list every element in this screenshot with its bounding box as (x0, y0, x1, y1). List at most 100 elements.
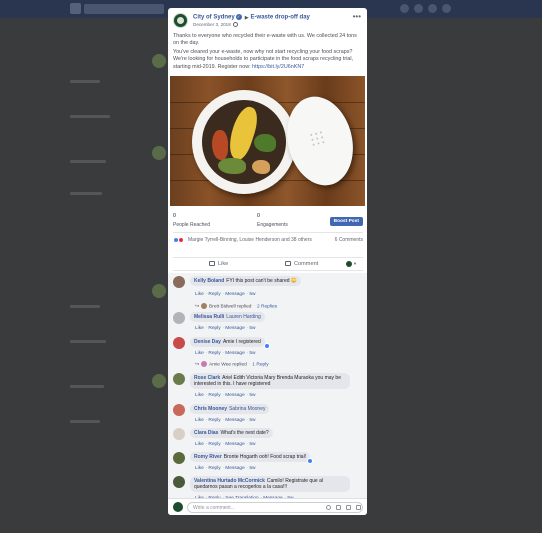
bin-lid (278, 89, 362, 193)
more-options-icon[interactable]: ••• (353, 12, 361, 21)
comment-item: Rose Clark Ariel Edith Victoria Mary Bren… (173, 373, 361, 401)
comment-bubble: Romy River Bronte Hogarth ooh! Food scrap… (190, 452, 311, 463)
reply-count[interactable]: 2 Replies (257, 304, 277, 309)
comment-message-link[interactable]: Message (225, 326, 244, 331)
emoji-icon[interactable] (326, 505, 331, 510)
comment-input[interactable]: Write a comment... (187, 502, 363, 513)
comment-like-link[interactable]: Like (195, 393, 204, 398)
chevron-down-icon: ▼ (353, 261, 357, 267)
commenter-name[interactable]: Denise Day (194, 339, 221, 345)
boost-post-button[interactable]: Boost Post (329, 217, 363, 226)
page-avatar-small (346, 261, 353, 267)
reply-count[interactable]: 1 Reply (252, 362, 268, 367)
commenter-avatar[interactable] (173, 476, 185, 488)
comment-text: Amie I registered (222, 339, 261, 345)
commenter-avatar[interactable] (173, 312, 185, 324)
replier-avatar (201, 303, 208, 309)
comment-like-link[interactable]: Like (195, 418, 204, 423)
triangle-right-icon: ▶ (244, 14, 249, 21)
page-avatar[interactable] (173, 13, 188, 28)
comment-reply-link[interactable]: Reply (208, 351, 220, 356)
comment-reply-link[interactable]: Reply (208, 326, 220, 331)
globe-icon (232, 22, 238, 28)
gif-icon[interactable] (346, 505, 351, 510)
comment-like-link[interactable]: Like (195, 351, 204, 356)
commenter-name[interactable]: Chris Mooney (194, 406, 227, 412)
comment-message-link[interactable]: Message (225, 442, 244, 447)
commenter-avatar[interactable] (173, 373, 185, 385)
comment-input-placeholder: Write a comment... (193, 505, 235, 511)
comment-button-label: Comment (294, 261, 319, 267)
love-reaction-icon (178, 237, 184, 243)
people-reached-stat[interactable]: 0 People Reached (173, 213, 210, 228)
comment-reply-link[interactable]: Reply (208, 393, 220, 398)
like-icon (209, 261, 215, 267)
commenter-avatar[interactable] (173, 428, 185, 440)
background-text (70, 340, 106, 343)
comment-item: Kelly Boland FYI this post can't be share… (173, 276, 361, 310)
camera-icon[interactable] (336, 505, 341, 510)
commenter-name[interactable]: Rose Clark (194, 375, 220, 381)
replies-summary[interactable]: ↪ Amie Wee replied · 1 Reply (195, 361, 269, 367)
commenter-avatar[interactable] (173, 404, 185, 416)
like-reaction-icon (307, 458, 313, 464)
background-search-bar (84, 4, 164, 14)
comment-like-link[interactable]: Like (195, 292, 204, 297)
comment-item: Valentina Hurtado McCormick Camilo! Regis… (173, 476, 361, 501)
replies-summary[interactable]: ↪ Brett Bidwell replied · 2 Replies (195, 303, 277, 309)
commenter-name[interactable]: Melissa Rulli (194, 314, 224, 320)
comment-actions: Like ·Reply ·Message ·5w (195, 351, 256, 356)
post-date: December 3, 2018 (193, 22, 238, 28)
commenter-name[interactable]: Romy River (194, 454, 222, 460)
background-avatar (152, 54, 166, 68)
comment-message-link[interactable]: Message (225, 418, 244, 423)
background-avatar (152, 146, 166, 160)
comment-text[interactable]: Lauren Harding (226, 314, 260, 320)
comment-actions: Like ·Reply ·Message ·5w (195, 442, 256, 447)
comment-like-link[interactable]: Like (195, 326, 204, 331)
reply-arrow-icon: ↪ (195, 362, 200, 368)
commenter-avatar[interactable] (173, 337, 185, 349)
commenter-name[interactable]: Valentina Hurtado McCormick (194, 478, 265, 484)
post-date-link[interactable]: December 3, 2018 (193, 22, 231, 27)
post-insights: 0 People Reached 0 Engagements Boost Pos… (173, 213, 363, 233)
post-photo[interactable] (170, 76, 365, 206)
comment-count[interactable]: 6 Comments (335, 237, 363, 243)
registration-link[interactable]: https://bit.ly/2U6nKN7 (252, 64, 304, 70)
comment-message-link[interactable]: Message (225, 466, 244, 471)
post-modal: City of Sydney ✓ ▶ E-waste drop-off day Dec… (168, 8, 367, 515)
comment-like-link[interactable]: Like (195, 466, 204, 471)
engagements-stat[interactable]: 0 Engagements (257, 213, 288, 228)
background-avatar (152, 284, 166, 298)
comment-item: Denise Day Amie I registered Like ·Reply ·M… (173, 337, 361, 371)
comment-as-selector[interactable]: ▼ (346, 261, 357, 267)
comments-list: Kelly Boland FYI this post can't be share… (168, 273, 367, 501)
comment-text[interactable]: Sabrina Mooney (229, 406, 265, 412)
page-name-link[interactable]: City of Sydney (193, 15, 235, 21)
event-name-link[interactable]: E-waste drop-off day (251, 15, 310, 21)
background-nav-icon (428, 4, 437, 13)
comment-time: 5w (249, 292, 256, 297)
reaction-names[interactable]: Margie Tyrrell-Binning, Louise Henderson… (188, 237, 312, 243)
background-text (70, 420, 100, 423)
commenter-avatar[interactable] (173, 452, 185, 464)
comment-reply-link[interactable]: Reply (208, 418, 220, 423)
like-button[interactable]: Like (209, 261, 228, 267)
post-action-bar: Like Comment ▼ (173, 257, 363, 271)
comment-reply-link[interactable]: Reply (208, 292, 220, 297)
commenter-name[interactable]: Clara Dias (194, 430, 218, 436)
comment-button[interactable]: Comment (285, 261, 318, 267)
background-facebook-logo (70, 3, 81, 14)
comment-like-link[interactable]: Like (195, 442, 204, 447)
like-button-label: Like (218, 261, 229, 267)
comment-message-link[interactable]: Message (225, 292, 244, 297)
comment-message-link[interactable]: Message (225, 351, 244, 356)
comment-reply-link[interactable]: Reply (208, 442, 220, 447)
commenter-avatar[interactable] (173, 276, 185, 288)
comment-actions: Like ·Reply ·Message ·5w (195, 393, 256, 398)
commenter-name[interactable]: Kelly Boland (194, 278, 224, 284)
comment-actions: Like ·Reply ·Message ·5w (195, 418, 256, 423)
comment-message-link[interactable]: Message (225, 393, 244, 398)
comment-reply-link[interactable]: Reply (208, 466, 220, 471)
sticker-icon[interactable] (356, 505, 361, 510)
